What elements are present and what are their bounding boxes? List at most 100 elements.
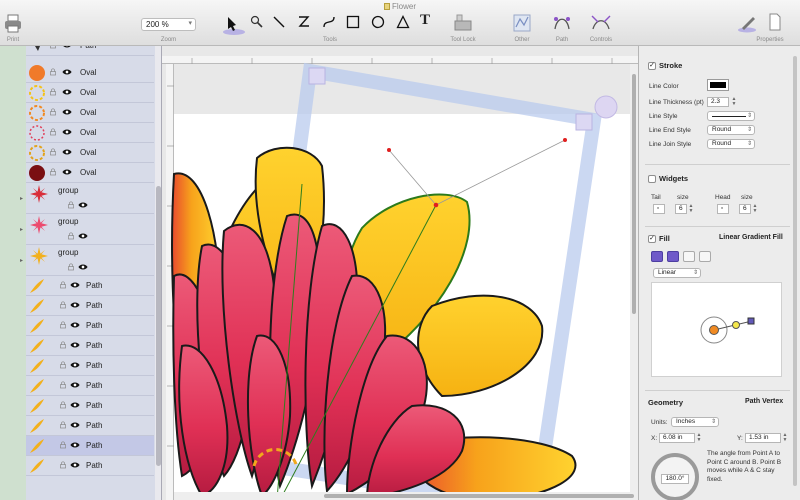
bezier-tool-icon[interactable]	[322, 14, 336, 30]
head-style-select[interactable]: ▫	[717, 204, 729, 214]
gradient-type-select[interactable]: Linear ⇕	[653, 268, 701, 278]
angle-input[interactable]: 180.0°	[661, 474, 689, 484]
layer-row[interactable]: Path	[26, 46, 154, 56]
line-color-well[interactable]	[707, 79, 729, 91]
zoom-tool-icon[interactable]	[250, 15, 264, 29]
lock-icon[interactable]	[50, 168, 56, 176]
tail-size-input[interactable]: 6	[675, 204, 687, 214]
visibility-eye-icon[interactable]	[70, 340, 80, 350]
stroke-checkbox[interactable]: ✓	[648, 62, 656, 70]
visibility-eye-icon[interactable]	[62, 67, 72, 77]
y-input[interactable]: 1.53 in	[745, 433, 781, 443]
tail-size-stepper[interactable]: ▲ ▼	[688, 204, 694, 214]
layer-row[interactable]: Oval	[26, 63, 154, 83]
lock-icon[interactable]	[60, 381, 66, 389]
visibility-eye-icon[interactable]	[70, 460, 80, 470]
canvas-vertical-scroll-thumb[interactable]	[632, 74, 636, 314]
lock-icon[interactable]	[60, 281, 66, 289]
disclosure-triangle-icon[interactable]: ▸	[20, 195, 23, 202]
lock-icon[interactable]	[60, 441, 66, 449]
linear-gradient-button[interactable]	[651, 251, 663, 262]
visibility-eye-icon[interactable]	[70, 400, 80, 410]
head-size-input[interactable]: 6	[739, 204, 751, 214]
path-vertex-tab[interactable]: Path Vertex	[745, 398, 783, 405]
radial-gradient-button[interactable]	[667, 251, 679, 262]
visibility-eye-icon[interactable]	[70, 440, 80, 450]
tail-style-select[interactable]: ▫	[653, 204, 665, 214]
canvas-vertical-scrollbar[interactable]	[630, 64, 638, 500]
canvas-horizontal-scroll-thumb[interactable]	[324, 494, 634, 498]
other-tool-icon[interactable]	[512, 13, 532, 33]
layers-scroll-thumb[interactable]	[156, 186, 161, 466]
lock-icon[interactable]	[68, 232, 74, 240]
layer-row[interactable]: Path	[26, 416, 154, 436]
units-select[interactable]: Inches ⇕	[671, 417, 719, 427]
layer-row[interactable]: Oval	[26, 83, 154, 103]
text-tool-icon[interactable]: T	[420, 12, 430, 29]
visibility-eye-icon[interactable]	[70, 420, 80, 430]
selection-handle[interactable]	[575, 113, 593, 131]
fill-checkbox[interactable]: ✓	[648, 235, 656, 243]
visibility-eye-icon[interactable]	[62, 46, 72, 50]
visibility-eye-icon[interactable]	[78, 200, 88, 210]
visibility-eye-icon[interactable]	[62, 127, 72, 137]
lock-icon[interactable]	[50, 128, 56, 136]
rotation-handle[interactable]	[594, 95, 618, 119]
canvas-horizontal-scrollbar[interactable]	[174, 492, 634, 500]
visibility-eye-icon[interactable]	[78, 231, 88, 241]
layer-row[interactable]: Oval	[26, 123, 154, 143]
zoom-select[interactable]: 200 % ▾	[141, 18, 196, 31]
lock-icon[interactable]	[50, 46, 56, 49]
visibility-eye-icon[interactable]	[70, 280, 80, 290]
lock-icon[interactable]	[50, 68, 56, 76]
x-stepper[interactable]: ▲ ▼	[696, 433, 702, 443]
lock-icon[interactable]	[60, 321, 66, 329]
printer-icon[interactable]	[4, 14, 22, 34]
line-tool-icon[interactable]	[272, 15, 286, 29]
triangle-tool-icon[interactable]	[396, 15, 410, 29]
lock-icon[interactable]	[60, 401, 66, 409]
lock-icon[interactable]	[68, 263, 74, 271]
disclosure-triangle-icon[interactable]: ▸	[20, 257, 23, 264]
visibility-eye-icon[interactable]	[78, 262, 88, 272]
pencil-icon[interactable]	[738, 13, 758, 33]
layer-row[interactable]: Path	[26, 356, 154, 376]
widgets-checkbox[interactable]	[648, 175, 656, 183]
gradient-preview[interactable]	[651, 282, 782, 377]
tool-lock-icon[interactable]	[454, 13, 472, 33]
visibility-eye-icon[interactable]	[70, 320, 80, 330]
layer-row[interactable]: Oval	[26, 103, 154, 123]
selection-handle[interactable]	[308, 67, 326, 85]
lock-icon[interactable]	[60, 341, 66, 349]
disclosure-triangle-icon[interactable]: ▸	[20, 226, 23, 233]
visibility-eye-icon[interactable]	[70, 300, 80, 310]
layer-row[interactable]: Path	[26, 276, 154, 296]
visibility-eye-icon[interactable]	[70, 380, 80, 390]
layer-row[interactable]: ▸ group	[20, 214, 154, 245]
visibility-eye-icon[interactable]	[62, 167, 72, 177]
oval-tool-icon[interactable]	[371, 15, 385, 29]
line-join-style-select[interactable]: Round ⇕	[707, 139, 755, 149]
gradient-control-icon[interactable]	[652, 283, 783, 378]
layer-row[interactable]: Oval	[26, 163, 154, 183]
solid-fill-button[interactable]	[683, 251, 695, 262]
inspector-scrollbar[interactable]	[792, 56, 798, 486]
layers-scrollbar[interactable]	[155, 46, 161, 500]
y-stepper[interactable]: ▲ ▼	[782, 433, 788, 443]
layer-row[interactable]: Path	[26, 376, 154, 396]
line-style-select[interactable]: ⇕	[707, 111, 755, 121]
rectangle-tool-icon[interactable]	[346, 15, 360, 29]
layer-row[interactable]: Path	[26, 396, 154, 416]
visibility-eye-icon[interactable]	[70, 360, 80, 370]
visibility-eye-icon[interactable]	[62, 147, 72, 157]
control-point-c[interactable]	[563, 138, 567, 142]
layer-row[interactable]: Oval	[26, 143, 154, 163]
control-point-a[interactable]	[387, 148, 391, 152]
lock-icon[interactable]	[50, 148, 56, 156]
line-thickness-stepper[interactable]: ▲ ▼	[731, 97, 737, 107]
line-end-style-select[interactable]: Round ⇕	[707, 125, 755, 135]
polyline-tool-icon[interactable]	[297, 14, 311, 30]
visibility-eye-icon[interactable]	[62, 87, 72, 97]
lock-icon[interactable]	[60, 361, 66, 369]
document-properties-icon[interactable]	[768, 13, 782, 31]
